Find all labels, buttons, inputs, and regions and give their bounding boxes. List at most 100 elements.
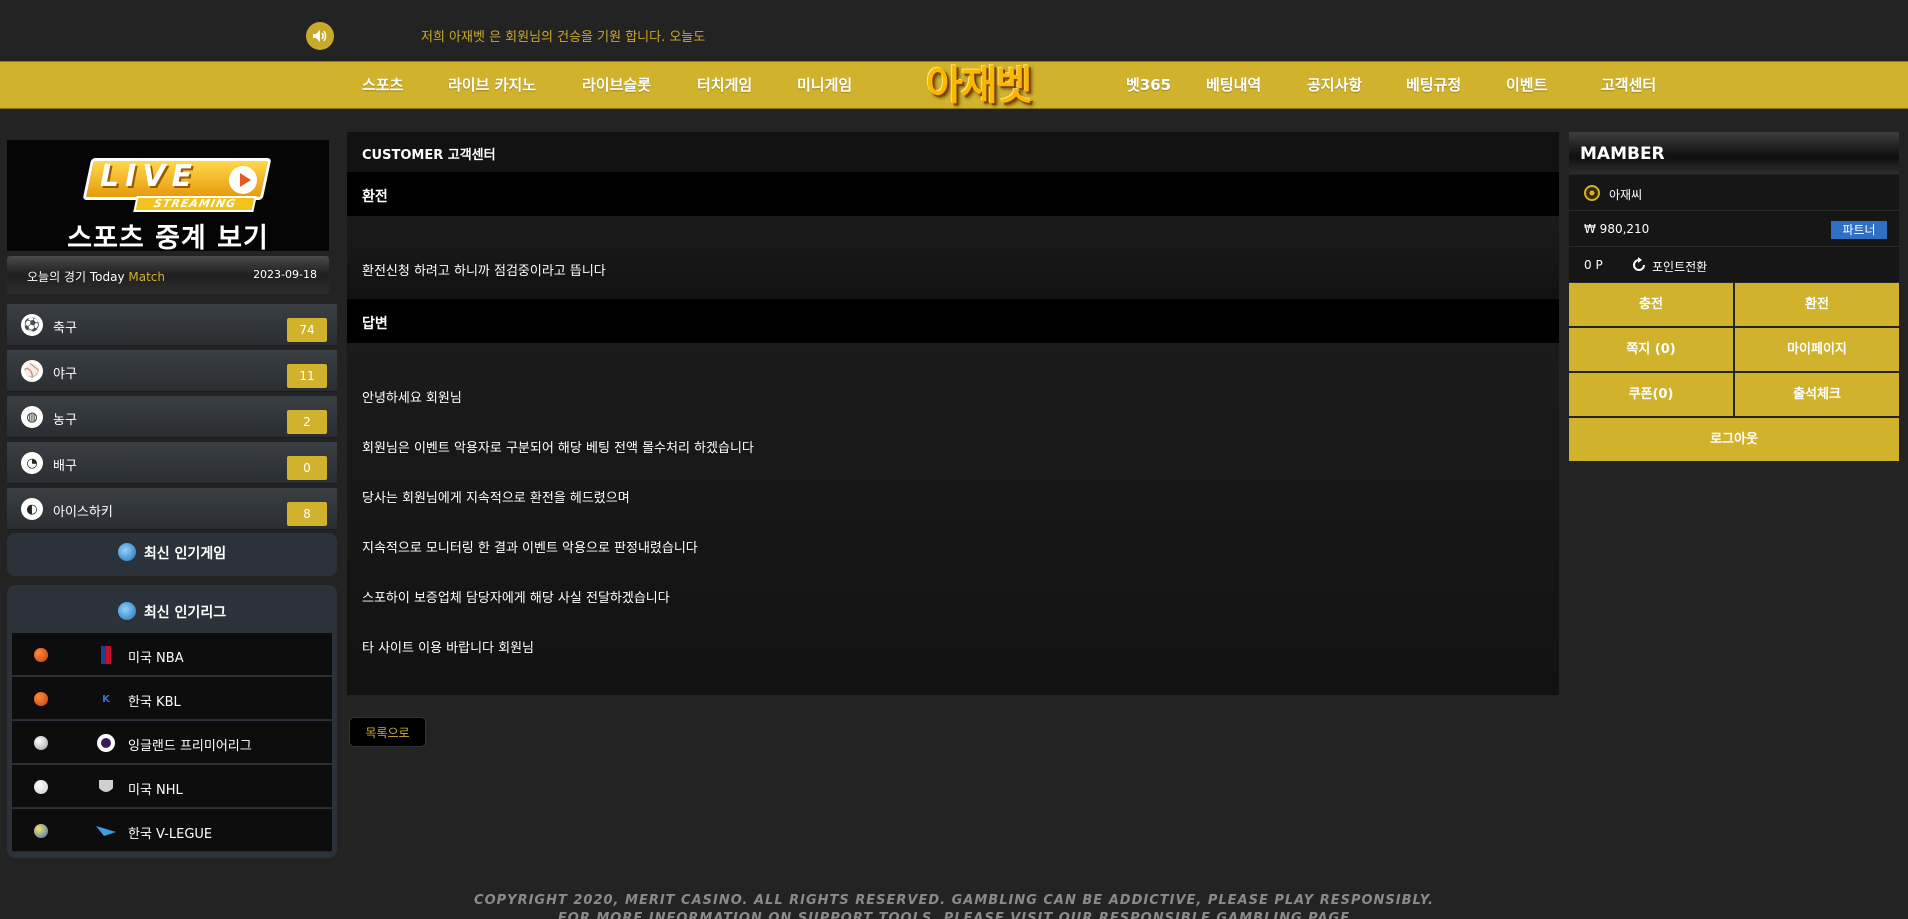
live-streaming-banner[interactable]: LIVE STREAMING 스포츠 중계 보기 [7,140,329,251]
nav-event[interactable]: 이벤트 [1506,62,1547,108]
baseball-icon: ⚾ [21,360,43,382]
basketball-icon: ◍ [21,406,43,428]
epl-logo-icon [96,733,116,753]
baseball-icon [34,780,48,794]
answer-line: 안녕하세요 회원님 [362,391,462,406]
live-banner-caption: 스포츠 중계 보기 [67,223,269,251]
footer-info: FOR MORE INFORMATION ON SUPPORT TOOLS, P… [557,911,1351,919]
league-name: 한국 V-LEGUE [128,827,213,842]
nhl-logo-icon [96,777,116,797]
sport-item-volleyball[interactable]: ◔ 배구 0 [7,442,337,484]
nba-logo-icon [96,645,116,665]
vleague-logo-icon [96,821,116,841]
today-match-bar: 오늘의 경기 Today Match 2023-09-18 [7,256,329,294]
nav-betting-history[interactable]: 베팅내역 [1206,62,1261,108]
kbl-logo-icon: K [102,693,110,705]
league-item-nhl[interactable]: 미국 NHL [12,765,332,808]
basketball-icon [34,648,48,662]
user-rank-icon [1584,184,1600,202]
today-date: 2023-09-18 [253,268,317,281]
sport-count: 2 [287,410,327,434]
sport-item-basketball[interactable]: ◍ 농구 2 [7,396,337,438]
question-body: 환전신청 하려고 하니까 점검중이라고 뜹니다 [362,264,606,279]
username: 아재씨 [1609,188,1643,202]
question-title: 환전 [347,172,1559,216]
today-label-en: Today [89,270,125,284]
popular-leagues-title: 최신 인기리그 [143,605,227,621]
page-title: CUSTOMER 고객센터 [347,132,1559,172]
league-name: 잉글랜드 프리미어리그 [128,739,252,754]
back-to-list-button[interactable]: 목록으로 [349,717,426,747]
popular-games-button[interactable]: 최신 인기게임 [7,533,337,576]
sport-name: 축구 [53,321,77,336]
member-panel-title: MAMBER [1569,132,1899,174]
answer-line: 지속적으로 모니터링 한 결과 이벤트 악용으로 판정내렸습니다 [362,541,698,556]
league-item-epl[interactable]: 잉글랜드 프리미어리그 [12,721,332,764]
basketball-icon [34,692,48,706]
attendance-button[interactable]: 출석체크 [1735,373,1899,416]
speaker-icon[interactable] [306,22,334,50]
popular-games-label: 최신 인기게임 [143,546,227,562]
main-nav: 스포츠 라이브 카지노 라이브슬롯 터치게임 미니게임 아재벳 벳365 베팅내… [0,61,1908,109]
today-label-match: Match [128,270,166,284]
sport-name: 야구 [53,367,77,382]
today-label-kr: 오늘의 경기 [27,270,87,284]
answer-body-panel: 안녕하세요 회원님 회원님은 이벤트 악용자로 구분되어 해당 베팅 전액 몰수… [347,343,1559,695]
withdraw-button[interactable]: 환전 [1735,283,1899,326]
points: 0 P [1584,258,1603,272]
nav-customer-center[interactable]: 고객센터 [1601,62,1656,108]
answer-line: 당사는 회원님에게 지속적으로 환전을 헤드렸으며 [362,491,630,506]
sport-count: 0 [287,456,327,480]
sport-name: 아이스하키 [53,505,113,520]
league-item-kbl[interactable]: K 한국 KBL [12,677,332,720]
globe-icon [117,602,136,620]
answer-line: 스포하이 보증업체 담당자에게 해당 사실 전달하겠습니다 [362,591,670,606]
nav-mini-game[interactable]: 미니게임 [797,62,852,108]
sport-count: 74 [287,318,327,342]
sport-name: 농구 [53,413,77,428]
answer-line: 타 사이트 이용 바랍니다 회원님 [362,641,535,656]
nav-bet365[interactable]: 벳365 [1126,62,1171,108]
site-logo[interactable]: 아재벳 [926,62,1032,110]
mypage-button[interactable]: 마이페이지 [1735,328,1899,371]
trophy-icon [117,543,136,561]
logout-button[interactable]: 로그아웃 [1569,418,1899,461]
partner-button[interactable]: 파트너 [1831,221,1887,239]
nav-betting-rules[interactable]: 베팅규정 [1406,62,1461,108]
sport-count: 11 [287,364,327,388]
nav-live-casino[interactable]: 라이브 카지노 [448,62,536,108]
notice-marquee: 저희 아재벳 은 회원님의 건승을 기원 합니다. 오늘도 좋 [421,30,706,45]
volleyball-icon: ◔ [21,452,43,474]
balance: ₩ 980,210 [1584,222,1650,236]
nav-notice[interactable]: 공지사항 [1307,62,1362,108]
refresh-icon[interactable] [1631,257,1647,273]
sport-name: 배구 [53,459,77,474]
soccer-icon [34,736,48,750]
top-bar: 저희 아재벳 은 회원님의 건승을 기원 합니다. 오늘도 좋 [0,0,1908,61]
question-body-panel: 환전신청 하려고 하니까 점검중이라고 뜹니다 [347,216,1559,299]
sport-item-soccer[interactable]: ⚽ 축구 74 [7,304,337,346]
member-user-row: 아재씨 [1569,175,1899,211]
point-convert-button[interactable]: 포인트전환 [1652,258,1707,275]
league-item-vleague[interactable]: 한국 V-LEGUE [12,809,332,852]
volleyball-icon [34,824,48,838]
messages-button[interactable]: 쪽지 (0) [1569,328,1733,371]
live-banner-subtitle: STREAMING [133,196,257,212]
live-banner-title: LIVE [100,159,198,194]
footer-copyright: COPYRIGHT 2020, MERIT CASINO. ALL RIGHTS… [474,893,1434,908]
nav-sports[interactable]: 스포츠 [362,62,403,108]
nav-touch-game[interactable]: 터치게임 [697,62,752,108]
sport-count: 8 [287,502,327,526]
answer-line: 회원님은 이벤트 악용자로 구분되어 해당 베팅 전액 몰수처리 하겠습니다 [362,441,754,456]
answer-title: 답변 [347,299,1559,343]
coupon-button[interactable]: 쿠폰(0) [1569,373,1733,416]
league-item-nba[interactable]: 미국 NBA [12,633,332,676]
nav-live-slot[interactable]: 라이브슬롯 [582,62,651,108]
sport-item-hockey[interactable]: ◐ 아이스하키 8 [7,488,337,530]
league-name: 미국 NHL [128,783,183,798]
deposit-button[interactable]: 충전 [1569,283,1733,326]
member-balance-row: ₩ 980,210 파트너 [1569,211,1899,247]
hockey-icon: ◐ [21,498,43,520]
league-name: 한국 KBL [128,695,181,710]
sport-item-baseball[interactable]: ⚾ 야구 11 [7,350,337,392]
